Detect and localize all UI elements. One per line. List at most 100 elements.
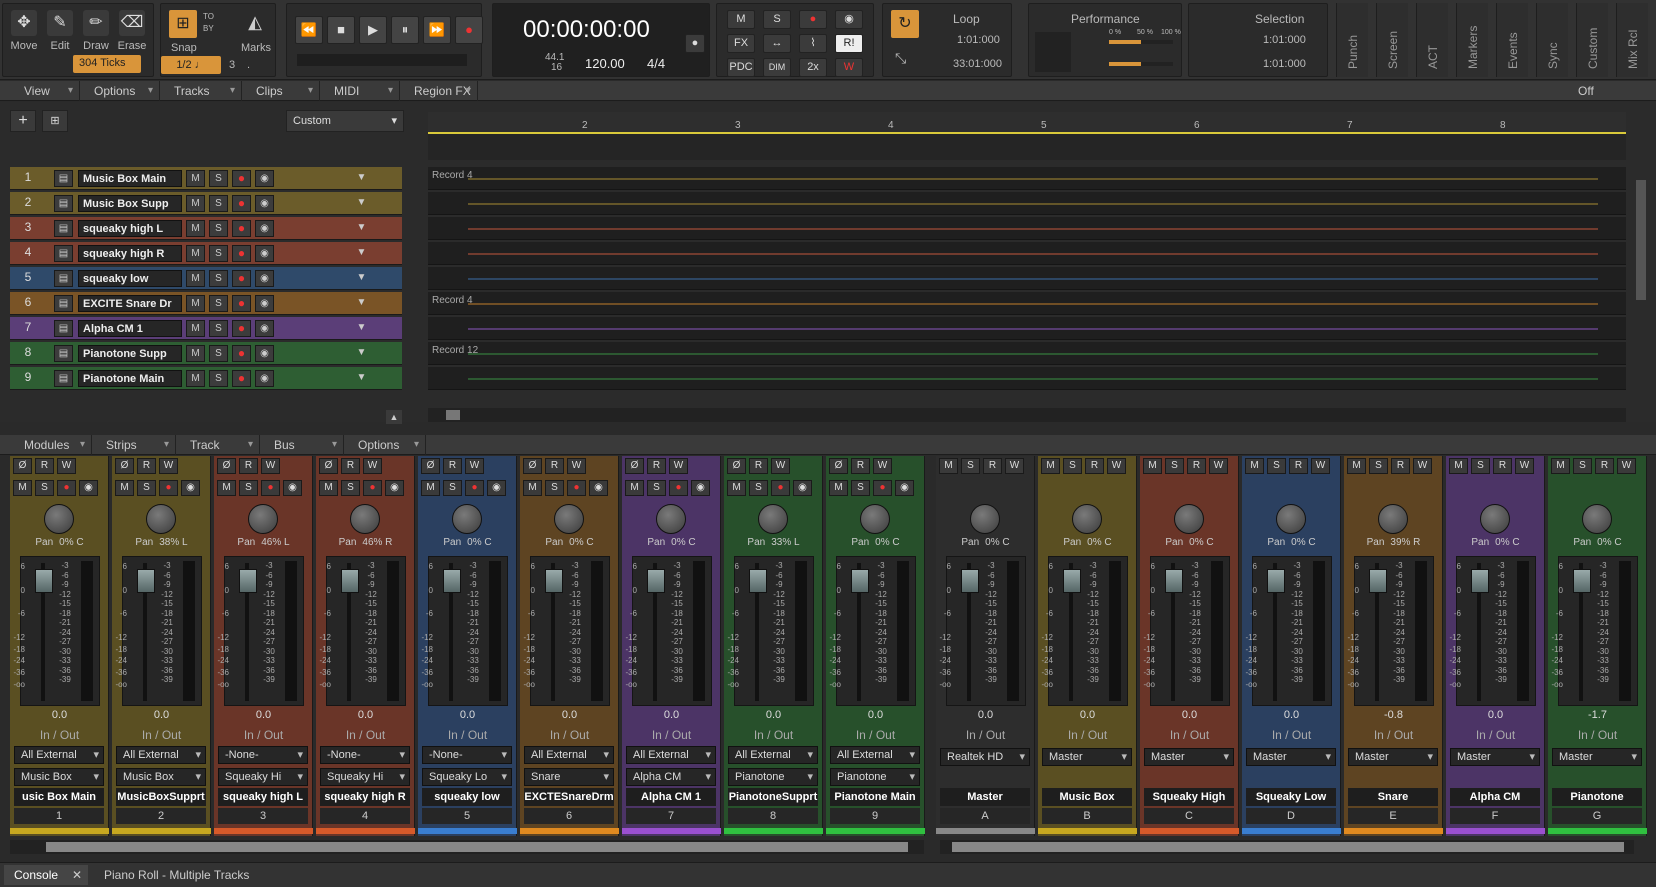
mute-button[interactable]: M (186, 270, 205, 287)
input-echo-button[interactable]: ◉ (255, 220, 274, 237)
volume-value[interactable]: 0.0 (622, 709, 721, 721)
solo-button[interactable]: S (209, 295, 228, 312)
mute-button[interactable]: M (186, 245, 205, 262)
menu-4[interactable]: MIDI (320, 81, 400, 101)
fx-bypass-button[interactable]: FX (727, 34, 755, 53)
mute-all-button[interactable]: M (727, 10, 755, 29)
strip-button[interactable]: ◉ (385, 480, 404, 496)
volume-value[interactable]: 0.0 (724, 709, 823, 721)
track-row[interactable]: 4 ▤ squeaky high R M S ● ◉ ▼ (10, 242, 402, 265)
console-menu-0[interactable]: Modules (10, 435, 92, 455)
strip-button[interactable]: ● (57, 480, 76, 496)
menu-0[interactable]: View (10, 81, 80, 101)
output-select[interactable]: Pianotone (728, 768, 818, 786)
fader-cap[interactable] (1165, 569, 1183, 593)
meter[interactable]: 4/4 (647, 56, 665, 71)
input-select[interactable]: All External (524, 746, 614, 764)
volume-fader[interactable]: -3 -6 -9 -12 -15 -18 -21 -24 -27 -30 -33 -36 -39 6 0 -6… (115, 556, 202, 706)
strip-button[interactable]: ● (567, 480, 586, 496)
strip-button[interactable]: ◉ (181, 480, 200, 496)
strip-name[interactable]: PianotoneSupprt (728, 788, 818, 806)
fader-cap[interactable] (239, 569, 257, 593)
pause-button[interactable]: ⏸ (391, 16, 419, 44)
strip-button[interactable]: R (341, 458, 360, 474)
track-view-vscroll[interactable] (1636, 180, 1646, 300)
expand-icon[interactable]: ▼ (352, 170, 371, 187)
strip-button[interactable]: ● (159, 480, 178, 496)
snap-off-display[interactable]: Off (1530, 82, 1656, 100)
volume-value[interactable]: 0.0 (826, 709, 925, 721)
output-select[interactable]: Master (1552, 748, 1642, 766)
pan-knob[interactable] (1480, 504, 1510, 534)
strip-button[interactable]: R (749, 458, 768, 474)
strip-button[interactable]: ◉ (487, 480, 506, 496)
strip-button[interactable]: R (647, 458, 666, 474)
snap-icon[interactable]: ⊞ (169, 10, 197, 38)
strip-button[interactable]: S (443, 480, 462, 496)
menu-1[interactable]: Options (80, 81, 160, 101)
strip-button[interactable]: S (851, 480, 870, 496)
strip-button[interactable]: M (1041, 458, 1060, 474)
track-row[interactable]: 2 ▤ Music Box Supp M S ● ◉ ▼ (10, 192, 402, 215)
solo-button[interactable]: S (209, 220, 228, 237)
strip-name[interactable]: Pianotone (1552, 788, 1642, 806)
fader-cap[interactable] (961, 569, 979, 593)
move-tool[interactable]: ✥ Move (7, 10, 41, 52)
output-select[interactable]: Squeaky Hi (320, 768, 410, 786)
console-menu-1[interactable]: Strips (92, 435, 176, 455)
console-menu-3[interactable]: Bus (260, 435, 344, 455)
output-select[interactable]: Master (1348, 748, 1438, 766)
volume-value[interactable]: 0.0 (1242, 709, 1341, 721)
pan-knob[interactable] (350, 504, 380, 534)
now-time[interactable]: 00:00:00:00 (523, 16, 650, 44)
strip-name[interactable]: squeaky low (422, 788, 512, 806)
volume-fader[interactable]: -3 -6 -9 -12 -15 -18 -21 -24 -27 -30 -33 -36 -39 6 0 -6… (217, 556, 304, 706)
pan-knob[interactable] (146, 504, 176, 534)
strip-name[interactable]: Music Box (1042, 788, 1132, 806)
strip-button[interactable]: ◉ (691, 480, 710, 496)
edit-tool[interactable]: ✎ Edit (43, 10, 77, 52)
strip-button[interactable]: S (1165, 458, 1184, 474)
mute-button[interactable]: M (186, 170, 205, 187)
strip-button[interactable]: ◉ (79, 480, 98, 496)
strip-button[interactable]: ● (771, 480, 790, 496)
track-row[interactable]: 7 ▤ Alpha CM 1 M S ● ◉ ▼ (10, 317, 402, 340)
volume-value[interactable]: 0.0 (10, 709, 109, 721)
tab-console[interactable]: Console ✕ (4, 865, 88, 885)
fader-cap[interactable] (1369, 569, 1387, 593)
volume-fader[interactable]: -3 -6 -9 -12 -15 -18 -21 -24 -27 -30 -33 -36 -39 6 0 -6… (1245, 556, 1332, 706)
pan-knob[interactable] (758, 504, 788, 534)
expand-icon[interactable]: ▼ (352, 345, 371, 362)
strip-button[interactable]: Ø (523, 458, 542, 474)
loop-toggle[interactable]: ↻ (891, 10, 919, 38)
expand-icon[interactable]: ▼ (352, 220, 371, 237)
menu-5[interactable]: Region FX (400, 81, 478, 101)
strip-button[interactable]: W (465, 458, 484, 474)
add-track-button[interactable]: + (10, 110, 36, 132)
erase-tool[interactable]: ⌫ Erase (115, 10, 149, 52)
ticks-display[interactable]: 304 Ticks (73, 55, 141, 73)
strip-button[interactable]: R (35, 458, 54, 474)
strip-button[interactable]: ● (669, 480, 688, 496)
metronome-toggle[interactable]: ● (685, 34, 705, 53)
track-name[interactable]: Pianotone Supp (78, 345, 182, 362)
view-tab-0[interactable]: Punch (1336, 3, 1368, 77)
strip-button[interactable]: W (1311, 458, 1330, 474)
pan-knob[interactable] (1072, 504, 1102, 534)
clip-lane[interactable] (428, 367, 1626, 390)
input-select[interactable]: All External (728, 746, 818, 764)
pan-knob[interactable] (656, 504, 686, 534)
solo-button[interactable]: S (209, 370, 228, 387)
record-arm-all-button[interactable]: ● (799, 10, 827, 29)
strip-button[interactable]: S (749, 480, 768, 496)
record-button[interactable]: ● (455, 16, 483, 44)
close-icon[interactable]: ✕ (72, 865, 82, 885)
strip-button[interactable]: Ø (625, 458, 644, 474)
strip-button[interactable]: M (829, 480, 848, 496)
tab-piano-roll[interactable]: Piano Roll - Multiple Tracks (96, 865, 296, 885)
strip-button[interactable]: M (421, 480, 440, 496)
pan-knob[interactable] (970, 504, 1000, 534)
volume-fader[interactable]: -3 -6 -9 -12 -15 -18 -21 -24 -27 -30 -33 -36 -39 6 0 -6… (1143, 556, 1230, 706)
input-select[interactable]: All External (14, 746, 104, 764)
console-menu-2[interactable]: Track (176, 435, 260, 455)
